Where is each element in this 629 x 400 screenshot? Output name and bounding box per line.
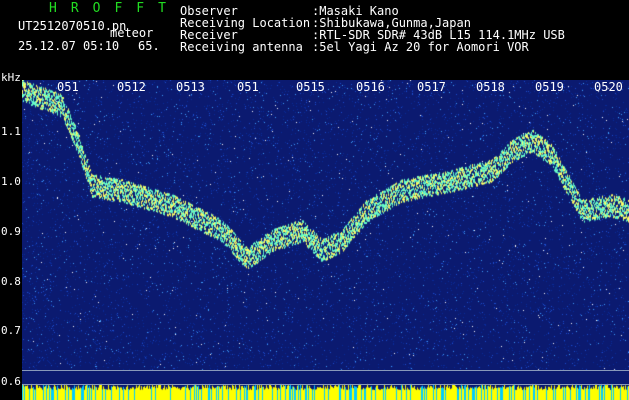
x-tick-label: 0517 [417,80,446,94]
app-title: HROFFT [49,1,180,16]
x-tick-label: 0516 [356,80,385,94]
y-tick-label: 0.8 [1,275,21,288]
x-tick-label: 0518 [476,80,505,94]
x-tick-label: 051 [237,80,259,94]
band-line-lower [22,384,629,385]
y-tick-label: 1.1 [1,125,21,138]
y-tick-label: 0.9 [1,225,21,238]
count-value: 65. [138,39,160,53]
y-tick-label: 0.7 [1,324,21,337]
mode-label: meteor [110,26,154,40]
antenna-label: Receiving antenna [180,40,303,54]
header-panel: HROFFT UT2512070510.pn meteor 25.12.07 0… [0,0,629,80]
x-tick-label: 0519 [535,80,564,94]
x-tick-label: 051 [57,80,79,94]
antenna-value: :5el Yagi Az 20 for Aomori VOR [312,40,529,54]
date-time: 25.12.07 05:10 [18,39,120,53]
y-tick-label: 1.0 [1,175,21,188]
spectrogram-plot [22,80,629,400]
x-tick-label: 0520 [594,80,623,94]
y-unit-label: kHz [1,71,21,84]
y-tick-label: 0.6 [1,375,21,388]
spectrogram-canvas [22,80,629,400]
band-line-upper [22,370,629,371]
x-tick-label: 0515 [296,80,325,94]
x-tick-label: 0513 [176,80,205,94]
x-tick-label: 0512 [117,80,146,94]
